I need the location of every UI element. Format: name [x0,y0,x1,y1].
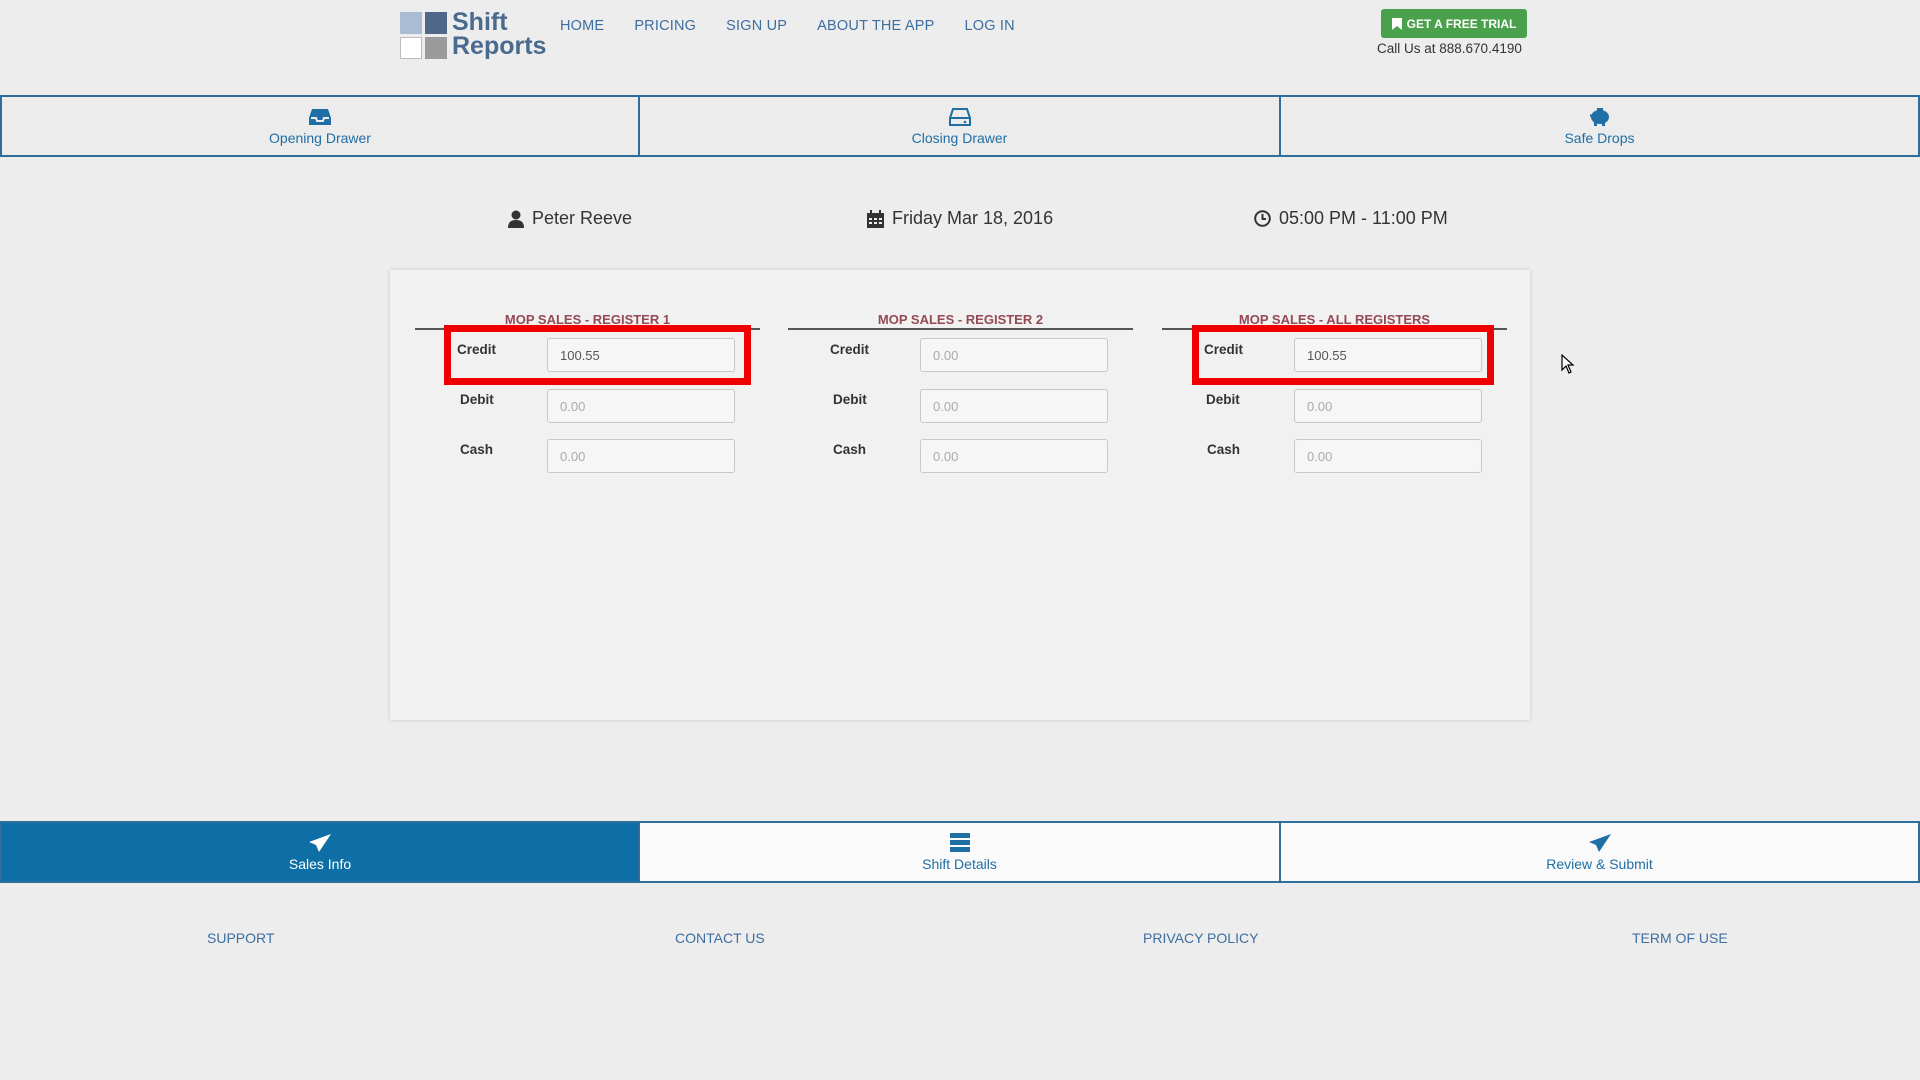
logo[interactable]: Shift Reports [398,10,548,60]
register-all-cash-label: Cash [1207,442,1241,457]
logo-text: Shift Reports [452,8,547,60]
nav-sign-up[interactable]: SIGN UP [726,18,787,34]
logo-square [400,37,422,59]
nav-pricing[interactable]: PRICING [634,18,696,34]
tab-review-submit[interactable]: Review & Submit [1281,821,1920,883]
logo-square [425,12,447,34]
server-icon [949,832,970,852]
logo-square [425,37,447,59]
hard-drive-icon [948,107,971,126]
register-2-cash-label: Cash [833,442,867,457]
tab-sales-info[interactable]: Sales Info [0,821,640,883]
free-trial-label: GET A FREE TRIAL [1406,16,1517,31]
register-2-credit-input[interactable]: 0.00 [920,338,1108,372]
bookmark-icon [1391,17,1402,30]
employee-info: Peter Reeve [508,208,632,229]
piggy-bank-icon [1589,107,1609,126]
logo-line1: Shift [452,8,508,36]
tab-opening-drawer[interactable]: Opening Drawer [0,95,640,157]
call-us-text: Call Us at 888.670.4190 [1377,41,1522,56]
user-icon [508,210,524,228]
footer-privacy-policy-link[interactable]: PRIVACY POLICY [1143,930,1258,946]
workflow-tabs: Sales Info Shift Details Review & Submit [0,821,1920,883]
nav-log-in[interactable]: LOG IN [964,18,1014,34]
mouse-cursor-icon [1561,354,1575,374]
employee-name: Peter Reeve [532,208,633,228]
logo-square [400,12,422,34]
shift-date: Friday Mar 18, 2016 [892,208,1054,228]
tab-sales-info-label: Sales Info [288,855,352,872]
register-1-cash-label: Cash [460,442,494,457]
register-2-debit-input[interactable]: 0.00 [920,389,1108,423]
register-1-debit-input[interactable]: 0.00 [547,389,735,423]
tab-shift-details[interactable]: Shift Details [640,821,1281,883]
main-nav: HOME PRICING SIGN UP ABOUT THE APP LOG I… [560,18,1045,34]
register-2-debit-label: Debit [833,392,867,407]
register-2-cash-input[interactable]: 0.00 [920,439,1108,473]
register-2-title: MOP SALES - REGISTER 2 [877,312,1044,327]
drawer-tabs: Opening Drawer Closing Drawer Safe Drops [0,95,1920,157]
nav-home[interactable]: HOME [560,18,604,34]
register-all-debit-label: Debit [1206,392,1240,407]
register-all-debit-input[interactable]: 0.00 [1294,389,1482,423]
register-2-credit-label: Credit [830,342,870,357]
tab-shift-details-label: Shift Details [922,855,997,872]
register-all-cash-input[interactable]: 0.00 [1294,439,1482,473]
register-1-cash-input[interactable]: 0.00 [547,439,735,473]
clock-icon [1254,210,1271,227]
credit-highlight-box [1192,325,1494,385]
tab-safe-drops-label: Safe Drops [1564,129,1635,146]
send-icon [309,833,331,852]
inbox-icon [309,108,331,125]
register-2-divider [788,328,1133,330]
time-info: 05:00 PM - 11:00 PM [1254,208,1448,229]
logo-line2: Reports [452,32,547,60]
credit-highlight-box [444,325,751,385]
tab-opening-drawer-label: Opening Drawer [269,129,371,146]
date-info: Friday Mar 18, 2016 [867,208,1053,229]
footer-support-link[interactable]: SUPPORT [207,930,274,946]
register-1-debit-label: Debit [460,392,494,407]
tab-closing-drawer-label: Closing Drawer [911,129,1008,146]
tab-review-submit-label: Review & Submit [1546,855,1653,872]
calendar-icon [867,209,884,228]
footer-contact-us-link[interactable]: CONTACT US [675,930,765,946]
tab-safe-drops[interactable]: Safe Drops [1281,95,1920,157]
send-icon [1588,833,1611,852]
tab-closing-drawer[interactable]: Closing Drawer [640,95,1281,157]
free-trial-button[interactable]: GET A FREE TRIAL [1381,9,1527,38]
shift-time: 05:00 PM - 11:00 PM [1279,208,1448,228]
nav-about-the-app[interactable]: ABOUT THE APP [817,18,934,34]
footer-term-of-use-link[interactable]: TERM OF USE [1632,930,1728,946]
